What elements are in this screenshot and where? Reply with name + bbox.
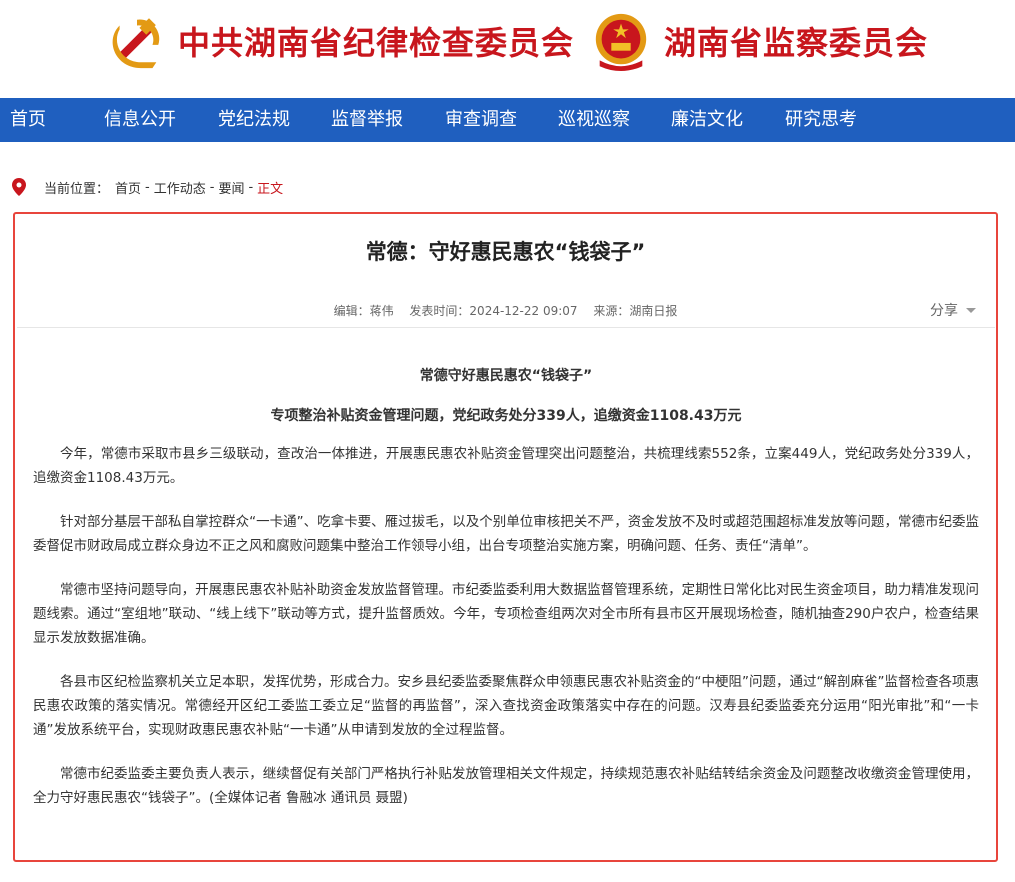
article-meta: 编辑：蒋伟 发表时间：2024-12-22 09:07 来源：湖南日报 — [15, 302, 996, 319]
chevron-down-icon — [966, 307, 976, 313]
article-paragraph: 针对部分基层干部私自掌控群众“一卡通”、吃拿卡要、雁过拔毛，以及个别单位审核把关… — [33, 514, 979, 554]
supervision-commission-title: 湖南省监察委员会 — [664, 24, 929, 62]
article-publish-time: 发表时间：2024-12-22 09:07 — [409, 304, 578, 318]
party-emblem-icon — [112, 18, 160, 69]
nav-home[interactable]: 首页 — [10, 98, 46, 142]
breadcrumb: 当前位置： 首页 - 工作动态 - 要闻 - 正文 — [12, 176, 283, 198]
article-editor: 编辑：蒋伟 — [333, 304, 394, 318]
location-pin-icon — [12, 178, 26, 196]
article-paragraph: 常德市坚持问题导向，开展惠民惠农补贴补助资金发放监督管理。市纪委监委利用大数据监… — [33, 582, 979, 646]
nav-supervision-report[interactable]: 监督举报 — [331, 98, 403, 142]
nav-research[interactable]: 研究思考 — [785, 98, 857, 142]
nav-review-investigation[interactable]: 审查调查 — [445, 98, 517, 142]
breadcrumb-prefix: 当前位置： — [44, 181, 110, 197]
article-subtitle: 常德守好惠民惠农“钱袋子” — [419, 368, 593, 384]
article-source: 来源：湖南日报 — [593, 304, 678, 318]
cpc-commission-title: 中共湖南省纪律检查委员会 — [178, 24, 575, 62]
breadcrumb-home[interactable]: 首页 — [115, 178, 141, 197]
national-emblem-icon — [595, 13, 647, 72]
share-button[interactable]: 分享 — [930, 300, 976, 320]
article-title: 常德：守好惠民惠农“钱袋子” — [365, 240, 646, 264]
article-paragraph: 各县市区纪检监察机关立足本职，发挥优势，形成合力。安乡县纪委监委聚焦群众申领惠民… — [33, 674, 979, 738]
article-panel: 常德：守好惠民惠农“钱袋子” 编辑：蒋伟 发表时间：2024-12-22 09:… — [13, 212, 998, 862]
nav-info-disclosure[interactable]: 信息公开 — [104, 98, 176, 142]
nav-inspection[interactable]: 巡视巡察 — [558, 98, 630, 142]
breadcrumb-separator: - — [145, 179, 150, 195]
article-body: 常德守好惠民惠农“钱袋子” 专项整治补贴资金管理问题，党纪政务处分339人，追缴… — [33, 364, 979, 830]
meta-divider — [17, 327, 995, 328]
article-subheading: 专项整治补贴资金管理问题，党纪政务处分339人，追缴资金1108.43万元 — [270, 408, 742, 424]
breadcrumb-headlines[interactable]: 要闻 — [218, 178, 244, 197]
article-paragraph: 今年，常德市采取市县乡三级联动，查改治一体推进，开展惠民惠农补贴资金管理突出问题… — [33, 446, 979, 486]
breadcrumb-work-news[interactable]: 工作动态 — [154, 178, 206, 197]
breadcrumb-separator: - — [209, 179, 215, 195]
nav-integrity-culture[interactable]: 廉洁文化 — [671, 98, 743, 142]
article-paragraph: 常德市纪委监委主要负责人表示，继续督促有关部门严格执行补贴发放管理相关文件规定，… — [33, 766, 979, 806]
share-label: 分享 — [930, 303, 958, 319]
nav-party-regulations[interactable]: 党纪法规 — [218, 98, 290, 142]
breadcrumb-current: 正文 — [257, 181, 284, 197]
main-nav: 首页 信息公开 党纪法规 监督举报 审查调查 巡视巡察 廉洁文化 研究思考 — [0, 98, 1015, 142]
breadcrumb-separator: - — [248, 179, 254, 195]
site-header: 中共湖南省纪律检查委员会 湖南省监察委员会 — [0, 0, 1015, 98]
